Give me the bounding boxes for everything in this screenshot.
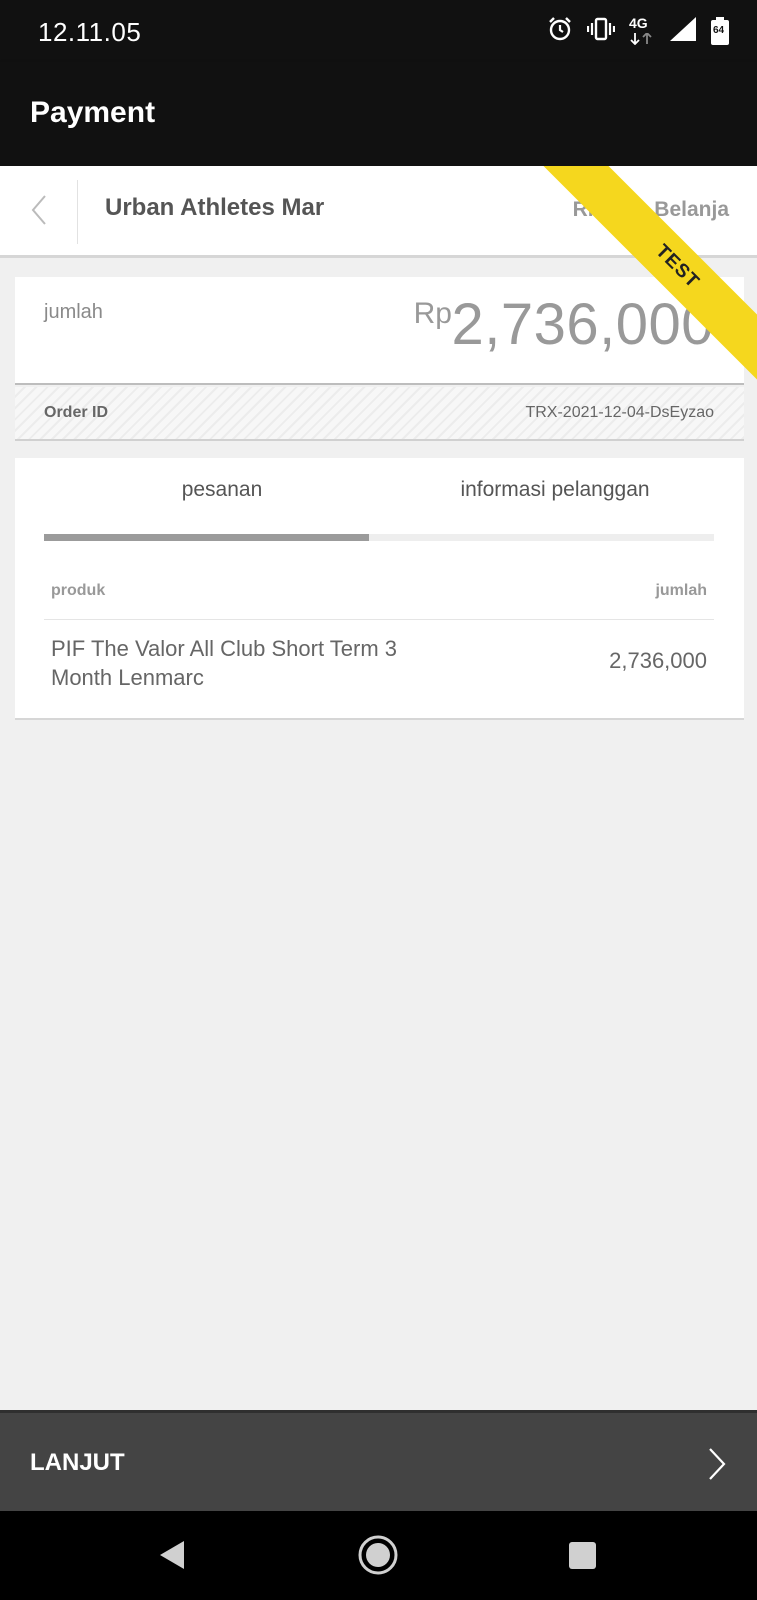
status-bar: 12.11.05 4G 64 [0, 0, 757, 62]
tab-pesanan[interactable]: pesanan [62, 478, 382, 518]
battery-icon: 64 [711, 17, 729, 45]
table-row: PIF The Valor All Club Short Term 3 Mont… [44, 634, 714, 704]
order-detail-link[interactable]: Rincian Belanja [573, 198, 729, 222]
tab-track [44, 534, 714, 541]
status-icons: 4G 64 [547, 15, 729, 47]
battery-level: 64 [713, 25, 725, 36]
network-4g-icon: 4G [629, 15, 655, 45]
status-time: 12.11.05 [38, 17, 142, 47]
merchant-header: Urban Athletes Mar Rincian Belanja [0, 166, 757, 258]
chevron-right-icon [707, 1447, 727, 1486]
amount-label: jumlah [44, 301, 103, 323]
product-name: PIF The Valor All Club Short Term 3 Mont… [51, 636, 398, 690]
tab-active-indicator [44, 534, 369, 541]
nav-recents-icon[interactable] [569, 1542, 596, 1569]
app-bar: Payment [0, 62, 757, 166]
nav-home-icon[interactable] [358, 1535, 398, 1580]
alarm-icon [547, 16, 573, 47]
order-id-label: Order ID [44, 404, 109, 421]
amount-currency: Rp [413, 297, 452, 330]
continue-label: LANJUT [30, 1449, 125, 1476]
order-id-row: Order ID TRX-2021-12-04-DsEyzao [15, 387, 744, 441]
chevron-left-icon [30, 194, 48, 231]
column-header-product: produk [51, 582, 106, 599]
nav-back-icon[interactable] [158, 1539, 186, 1576]
vibrate-icon [586, 16, 616, 47]
column-header-amount: jumlah [655, 582, 707, 599]
order-tabs-card: pesanan informasi pelanggan produk jumla… [15, 458, 744, 720]
signal-icon [669, 16, 697, 47]
tab-informasi-pelanggan[interactable]: informasi pelanggan [395, 478, 715, 518]
amount-card: jumlah Rp 2,736,000 [15, 277, 744, 385]
network-label: 4G [629, 15, 648, 31]
product-amount: 2,736,000 [609, 648, 707, 673]
amount-value: 2,736,000 [451, 292, 714, 357]
order-id-value: TRX-2021-12-04-DsEyzao [525, 404, 714, 421]
table-header: produk jumlah [44, 578, 714, 620]
system-nav-bar [0, 1511, 757, 1600]
page-title: Payment [30, 96, 156, 129]
continue-button[interactable]: LANJUT [0, 1410, 757, 1511]
merchant-name: Urban Athletes Mar [105, 194, 325, 221]
back-button[interactable] [0, 180, 78, 244]
